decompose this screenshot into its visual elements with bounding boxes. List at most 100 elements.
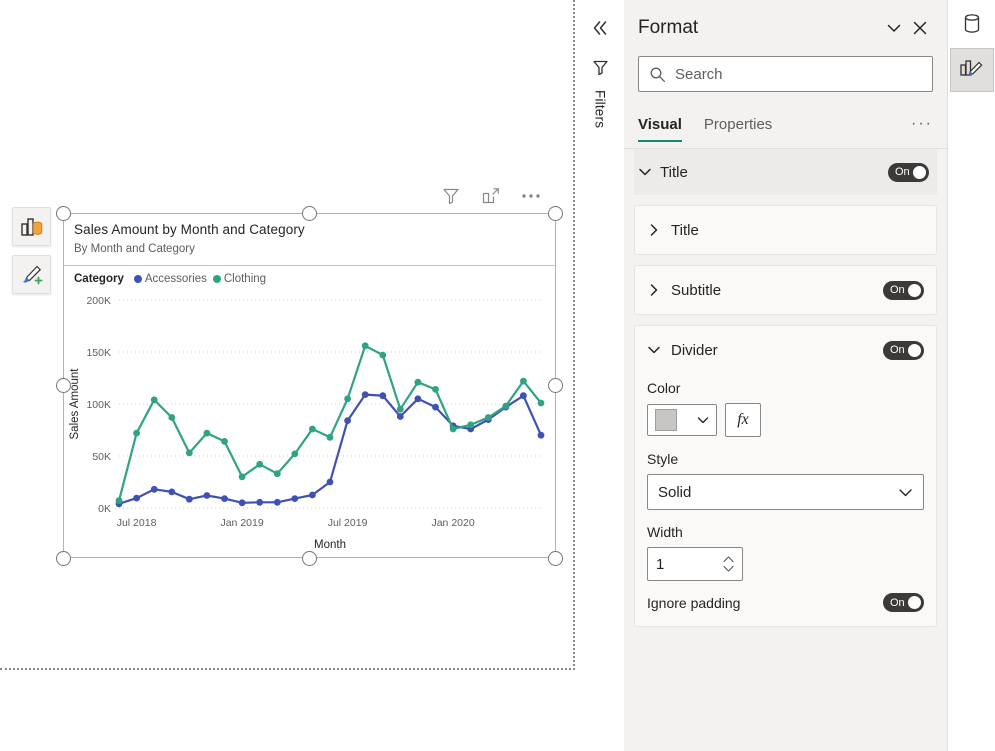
filter-funnel-icon-button[interactable] xyxy=(440,185,462,207)
divider-color-picker[interactable] xyxy=(647,404,717,436)
series-marker-clothing xyxy=(115,497,123,505)
series-marker-clothing xyxy=(432,386,439,393)
card-divider[interactable]: Divider On Color fx Style Solid Width 1 … xyxy=(634,325,937,627)
search-placeholder: Search xyxy=(675,65,723,83)
chevron-down-icon xyxy=(648,346,660,354)
tab-visual[interactable]: Visual xyxy=(638,100,682,148)
divider-ignore-padding-toggle[interactable]: On xyxy=(883,593,924,612)
format-pane-scroll[interactable]: Title On Title Subtitle On Divider On Co… xyxy=(624,149,947,751)
card-title-header[interactable]: Title xyxy=(647,206,924,254)
divider-ignore-padding-toggle-label: On xyxy=(890,596,905,609)
chevron-down-icon[interactable] xyxy=(723,565,734,572)
series-marker-accessories xyxy=(379,392,387,400)
card-divider-header[interactable]: Divider On xyxy=(647,326,924,374)
format-pane-collapse-button[interactable] xyxy=(881,15,907,41)
legend-dot-clothing xyxy=(212,275,221,283)
selection-handle-top-left[interactable] xyxy=(56,206,71,221)
series-marker-accessories xyxy=(203,492,211,499)
card-title[interactable]: Title xyxy=(634,205,937,255)
series-marker-clothing xyxy=(520,377,527,385)
selection-handle-bottom-left[interactable] xyxy=(56,551,71,566)
format-tabs-more-button[interactable]: ··· xyxy=(911,115,933,133)
line-chart-visual[interactable]: Sales Amount by Month and Category By Mo… xyxy=(63,213,556,558)
card-divider-toggle-label: On xyxy=(890,344,905,356)
chart-plot-area: 0K 50K 100K 150K 200K Sales Amount Jul 2018 Jan… xyxy=(64,290,557,558)
series-marker-accessories xyxy=(291,495,299,502)
series-marker-accessories xyxy=(221,495,228,502)
report-canvas[interactable]: Sales Amount by Month and Category By Mo… xyxy=(0,0,576,751)
legend-title: Category xyxy=(74,273,124,285)
group-title-toggle[interactable]: On xyxy=(888,162,929,182)
series-marker-clothing xyxy=(379,351,387,359)
x-axis-tick-label: Jul 2019 xyxy=(328,517,368,529)
legend-item-accessories[interactable]: Accessories xyxy=(133,273,207,285)
data-pane-icon-button[interactable] xyxy=(950,2,994,46)
series-marker-clothing xyxy=(168,414,176,421)
chevron-up-icon[interactable] xyxy=(723,556,734,563)
divider-width-label: Width xyxy=(647,524,683,540)
selection-handle-middle-right[interactable] xyxy=(548,378,563,393)
y-axis-tick-label: 200K xyxy=(86,295,111,307)
card-divider-toggle[interactable]: On xyxy=(883,340,924,360)
filters-funnel-button[interactable] xyxy=(589,56,611,78)
filters-pane-collapsed[interactable]: Filters xyxy=(576,0,625,751)
divider-width-stepper[interactable]: 1 xyxy=(647,547,743,581)
more-options-icon-button[interactable] xyxy=(520,185,542,207)
selection-handle-top-center[interactable] xyxy=(302,206,317,221)
data-visual-icon-button[interactable] xyxy=(12,207,51,246)
card-subtitle[interactable]: Subtitle On xyxy=(634,265,937,315)
divider-style-value: Solid xyxy=(658,483,692,501)
legend-item-clothing[interactable]: Clothing xyxy=(212,273,266,285)
divider-style-label: Style xyxy=(647,451,679,467)
group-title-toggle-label: On xyxy=(895,166,910,178)
data-visual-icon xyxy=(20,217,42,236)
series-marker-clothing xyxy=(256,460,264,468)
group-header-title[interactable]: Title On xyxy=(634,149,937,195)
stepper-arrows[interactable] xyxy=(723,556,734,572)
selection-handle-middle-left[interactable] xyxy=(56,378,71,393)
divider-color-swatch xyxy=(655,409,677,431)
legend-label-accessories: Accessories xyxy=(144,273,207,285)
format-pane-title: Format xyxy=(638,17,699,38)
tab-properties[interactable]: Properties xyxy=(704,100,772,148)
series-marker-clothing xyxy=(185,449,193,457)
toggle-knob xyxy=(913,165,926,179)
series-marker-accessories xyxy=(238,499,246,507)
card-title-label: Title xyxy=(671,221,699,239)
divider-color-label: Color xyxy=(647,380,681,396)
data-pane-icon xyxy=(964,14,980,33)
series-marker-accessories xyxy=(309,491,316,499)
divider-style-select[interactable]: Solid xyxy=(647,474,924,510)
series-marker-clothing xyxy=(361,342,369,350)
divider-color-row: fx xyxy=(647,403,924,437)
x-axis-tick-label: Jul 2018 xyxy=(117,517,157,529)
group-title-label: Title xyxy=(660,163,688,181)
y-axis-tick-label: 100K xyxy=(86,399,111,411)
selection-handle-bottom-right[interactable] xyxy=(548,551,563,566)
series-marker-clothing xyxy=(238,473,246,481)
focus-mode-icon-button[interactable] xyxy=(480,185,502,207)
chevron-right-icon xyxy=(650,224,658,236)
format-brush-add-icon-button[interactable] xyxy=(12,255,51,294)
selection-handle-top-right[interactable] xyxy=(548,206,563,221)
divider-color-fx-button[interactable]: fx xyxy=(725,403,761,437)
series-marker-accessories xyxy=(185,495,193,503)
power-bi-report-window: Sales Amount by Month and Category By Mo… xyxy=(0,0,995,751)
chevron-down-icon xyxy=(639,168,651,176)
selection-handle-bottom-center[interactable] xyxy=(302,551,317,566)
series-marker-clothing xyxy=(449,425,457,433)
series-marker-accessories xyxy=(414,395,422,403)
card-subtitle-toggle[interactable]: On xyxy=(883,280,924,300)
series-marker-clothing xyxy=(309,425,316,433)
series-marker-accessories xyxy=(133,494,140,502)
filters-expand-button[interactable] xyxy=(588,16,612,40)
series-marker-accessories xyxy=(537,431,545,439)
chart-title-divider xyxy=(64,265,555,266)
search-input[interactable]: Search xyxy=(638,56,933,92)
series-marker-accessories xyxy=(344,417,351,424)
line-chart-svg: 0K 50K 100K 150K 200K Sales Amount Jul 2018 Jan… xyxy=(69,295,545,551)
card-subtitle-header[interactable]: Subtitle On xyxy=(647,266,924,314)
card-divider-label: Divider xyxy=(671,341,718,359)
format-pane-icon-button[interactable] xyxy=(950,48,994,92)
format-pane-close-button[interactable] xyxy=(907,15,933,41)
